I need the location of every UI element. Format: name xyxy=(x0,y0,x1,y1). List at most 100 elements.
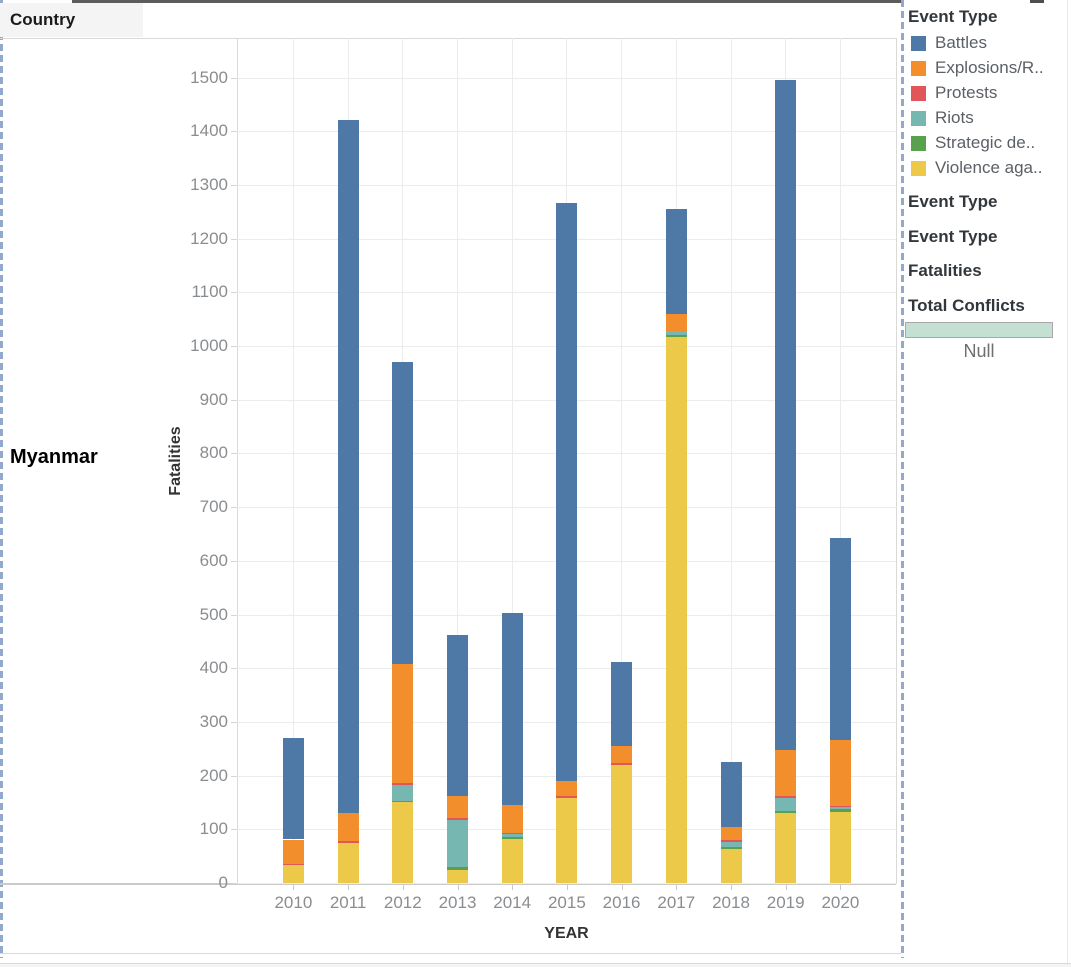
legend-item-violence-aga-[interactable]: Violence aga.. xyxy=(911,158,1042,178)
y-tick-mark xyxy=(231,722,237,723)
bar-segment-protests-2011[interactable] xyxy=(338,841,359,843)
y-tick-mark xyxy=(231,507,237,508)
dashboard: Country Myanmar Fatalities YEAR 01002003… xyxy=(0,0,1071,967)
bar-segment-explosions-r--2020[interactable] xyxy=(830,740,851,806)
bar-segment-battles-2013[interactable] xyxy=(447,635,468,796)
bar-segment-violence-aga--2019[interactable] xyxy=(775,813,796,883)
x-tick-label: 2018 xyxy=(701,893,761,913)
bar-segment-violence-aga--2018[interactable] xyxy=(721,849,742,883)
legend-item-riots[interactable]: Riots xyxy=(911,108,974,128)
y-tick-mark xyxy=(231,668,237,669)
bar-segment-explosions-r--2019[interactable] xyxy=(775,750,796,796)
y-tick-mark xyxy=(231,239,237,240)
h-gridline xyxy=(237,185,896,186)
bar-segment-battles-2018[interactable] xyxy=(721,762,742,827)
bar-segment-strategic-de--2019[interactable] xyxy=(775,811,796,813)
panel-section-total-conflicts[interactable]: Total Conflicts xyxy=(908,296,1025,316)
x-tick-mark xyxy=(403,885,404,890)
bar-segment-riots-2014[interactable] xyxy=(502,834,523,838)
legend-swatch xyxy=(911,36,926,51)
x-tick-mark xyxy=(567,885,568,890)
bar-segment-battles-2012[interactable] xyxy=(392,362,413,664)
bar-segment-protests-2016[interactable] xyxy=(611,763,632,765)
legend-swatch xyxy=(911,111,926,126)
bar-segment-riots-2017[interactable] xyxy=(666,331,687,335)
bar-segment-strategic-de--2017[interactable] xyxy=(666,335,687,337)
bar-segment-violence-aga--2017[interactable] xyxy=(666,337,687,883)
y-tick-label: 1100 xyxy=(158,282,228,302)
bar-segment-explosions-r--2014[interactable] xyxy=(502,805,523,833)
bar-segment-riots-2013[interactable] xyxy=(447,820,468,867)
x-tick-mark xyxy=(786,885,787,890)
panel-section-event-type[interactable]: Event Type xyxy=(908,227,997,247)
panel-section-event-type[interactable]: Event Type xyxy=(908,192,997,212)
bar-segment-violence-aga--2016[interactable] xyxy=(611,765,632,883)
legend-item-label: Riots xyxy=(935,108,974,128)
bar-segment-explosions-r--2015[interactable] xyxy=(556,781,577,796)
x-tick-label: 2010 xyxy=(263,893,323,913)
bar-segment-explosions-r--2018[interactable] xyxy=(721,827,742,840)
bar-segment-strategic-de--2018[interactable] xyxy=(721,847,742,849)
bar-segment-battles-2011[interactable] xyxy=(338,120,359,813)
panel-section-fatalities[interactable]: Fatalities xyxy=(908,261,982,281)
bar-segment-explosions-r--2013[interactable] xyxy=(447,796,468,818)
bar-segment-violence-aga--2013[interactable] xyxy=(447,870,468,883)
legend-item-protests[interactable]: Protests xyxy=(911,83,997,103)
bar-segment-strategic-de--2020[interactable] xyxy=(830,809,851,811)
bar-segment-battles-2016[interactable] xyxy=(611,662,632,745)
bar-segment-explosions-r--2017[interactable] xyxy=(666,314,687,331)
x-tick-mark xyxy=(622,885,623,890)
bar-segment-protests-2012[interactable] xyxy=(392,783,413,785)
y-tick-label: 600 xyxy=(158,551,228,571)
bar-segment-violence-aga--2011[interactable] xyxy=(338,843,359,883)
h-gridline xyxy=(237,131,896,132)
legend-item-label: Battles xyxy=(935,33,987,53)
y-tick-mark xyxy=(231,615,237,616)
bar-segment-strategic-de--2012[interactable] xyxy=(392,801,413,803)
legend-swatch xyxy=(911,61,926,76)
x-tick-label: 2011 xyxy=(318,893,378,913)
y-tick-mark xyxy=(231,346,237,347)
bar-segment-violence-aga--2012[interactable] xyxy=(392,802,413,883)
y-tick-label: 1500 xyxy=(158,68,228,88)
legend-item-strategic-de-[interactable]: Strategic de.. xyxy=(911,133,1035,153)
bar-segment-protests-2014[interactable] xyxy=(502,833,523,834)
y-tick-mark xyxy=(231,400,237,401)
bar-segment-protests-2015[interactable] xyxy=(556,796,577,798)
bar-segment-explosions-r--2012[interactable] xyxy=(392,664,413,783)
bar-segment-violence-aga--2020[interactable] xyxy=(830,812,851,883)
bar-segment-riots-2012[interactable] xyxy=(392,785,413,801)
null-color-swatch[interactable] xyxy=(905,322,1053,338)
bar-segment-battles-2019[interactable] xyxy=(775,80,796,750)
bar-segment-battles-2014[interactable] xyxy=(502,613,523,804)
bar-segment-explosions-r--2016[interactable] xyxy=(611,746,632,764)
legend-swatch xyxy=(911,161,926,176)
y-tick-mark xyxy=(231,829,237,830)
legend-item-battles[interactable]: Battles xyxy=(911,33,987,53)
bar-segment-protests-2013[interactable] xyxy=(447,818,468,820)
bar-segment-explosions-r--2011[interactable] xyxy=(338,813,359,840)
bar-segment-protests-2020[interactable] xyxy=(830,806,851,807)
bar-segment-protests-2010[interactable] xyxy=(283,864,304,866)
bar-segment-violence-aga--2010[interactable] xyxy=(283,865,304,883)
bar-segment-protests-2019[interactable] xyxy=(775,796,796,798)
x-tick-label: 2016 xyxy=(592,893,652,913)
bar-segment-explosions-r--2010[interactable] xyxy=(283,840,304,864)
bar-segment-violence-aga--2014[interactable] xyxy=(502,839,523,883)
bar-segment-battles-2017[interactable] xyxy=(666,209,687,314)
bar-segment-battles-2015[interactable] xyxy=(556,203,577,781)
bar-segment-battles-2010[interactable] xyxy=(283,738,304,839)
x-tick-label: 2019 xyxy=(756,893,816,913)
bar-segment-strategic-de--2013[interactable] xyxy=(447,867,468,870)
bar-segment-riots-2019[interactable] xyxy=(775,798,796,811)
x-tick-label: 2013 xyxy=(428,893,488,913)
legend-item-explosions-r-[interactable]: Explosions/R.. xyxy=(911,58,1044,78)
bar-segment-riots-2018[interactable] xyxy=(721,842,742,847)
bar-segment-riots-2020[interactable] xyxy=(830,807,851,809)
bar-segment-strategic-de--2014[interactable] xyxy=(502,837,523,839)
bar-segment-battles-2020[interactable] xyxy=(830,538,851,740)
bar-segment-protests-2018[interactable] xyxy=(721,840,742,842)
y-tick-label: 0 xyxy=(158,873,228,893)
x-tick-mark xyxy=(731,885,732,890)
bar-segment-violence-aga--2015[interactable] xyxy=(556,798,577,883)
